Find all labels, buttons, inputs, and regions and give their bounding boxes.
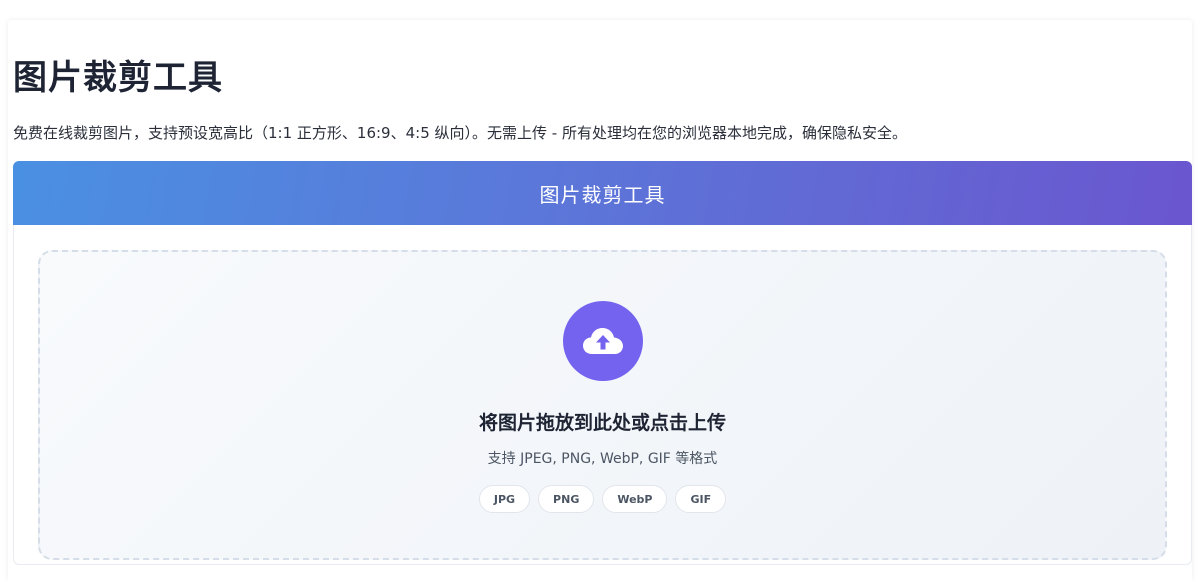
- format-badge-jpg: JPG: [478, 485, 531, 513]
- format-badge-png: PNG: [538, 485, 595, 513]
- tool-header-title: 图片裁剪工具: [539, 182, 666, 207]
- page-description: 免费在线裁剪图片，支持预设宽高比（1:1 正方形、16:9、4:5 纵向）。无需…: [13, 124, 907, 142]
- format-badges: JPG PNG WebP GIF: [0, 485, 1200, 513]
- upload-dropzone[interactable]: [38, 250, 1167, 560]
- format-badge-gif: GIF: [675, 485, 727, 513]
- tool-header: 图片裁剪工具: [13, 161, 1192, 225]
- format-badge-webp: WebP: [602, 485, 668, 513]
- page-title: 图片裁剪工具: [13, 58, 223, 98]
- dropzone-subtitle: 支持 JPEG, PNG, WebP, GIF 等格式: [487, 451, 718, 467]
- dropzone-title: 将图片拖放到此处或点击上传: [478, 412, 726, 434]
- cloud-upload-icon-svg: [583, 328, 623, 354]
- cloud-upload-icon[interactable]: [563, 301, 643, 381]
